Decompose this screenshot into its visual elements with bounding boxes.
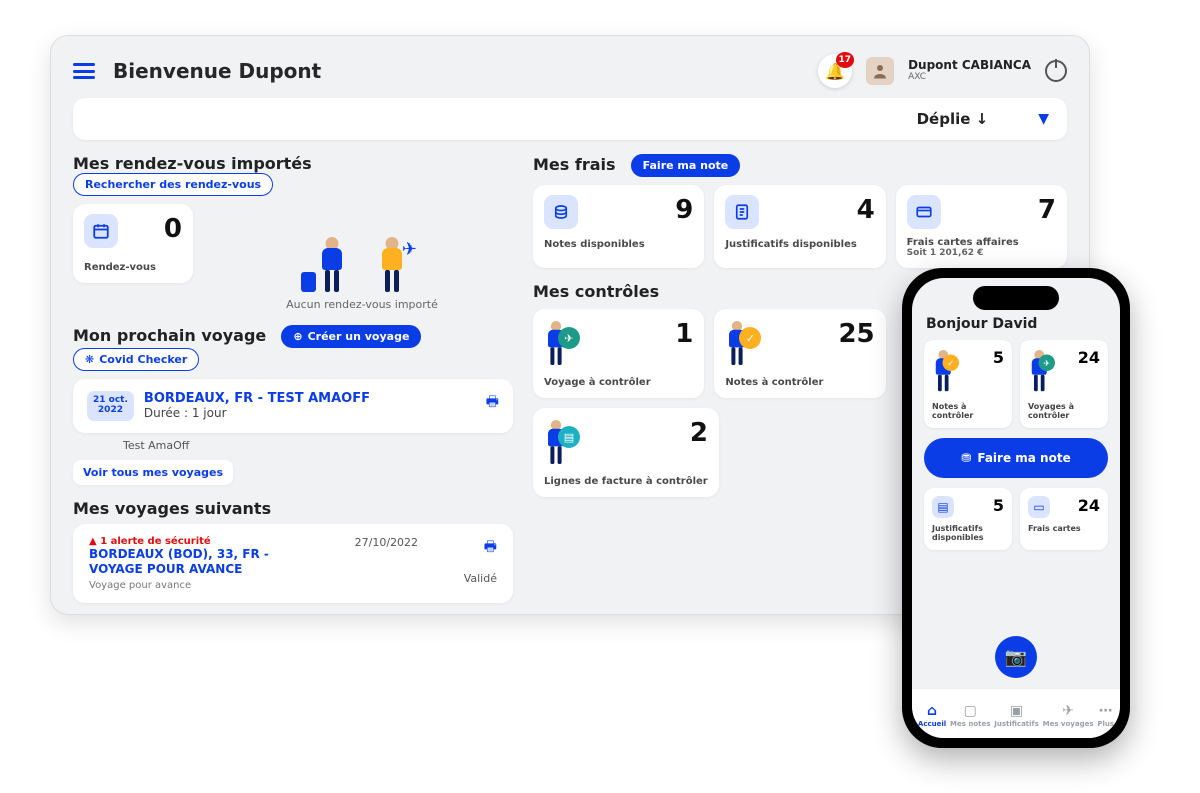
rdv-card[interactable]: 0 Rendez-vous xyxy=(73,204,193,283)
camera-icon: 📷 xyxy=(1005,647,1027,668)
mobile-card-frais[interactable]: ▭ 24 Frais cartes xyxy=(1020,488,1108,550)
top-bar: Bienvenue Dupont 🔔 17 Dupont CABIANCA AX… xyxy=(73,54,1067,88)
frais-card-notes[interactable]: 9 Notes disponibles xyxy=(533,185,704,268)
page-title: Bienvenue Dupont xyxy=(113,59,321,83)
mobile-card-trips-control[interactable]: ✈ 24 Voyages à contrôler xyxy=(1020,340,1108,428)
plane-icon: ✈ xyxy=(1062,703,1074,719)
menu-icon[interactable] xyxy=(73,63,95,79)
mobile-greeting: Bonjour David xyxy=(926,316,1108,332)
illustration-travellers: ✈ xyxy=(211,204,513,292)
mobile-card-notes-control[interactable]: ✓ 5 Notes à contrôler xyxy=(924,340,1012,428)
section-title-following: Mes voyages suivants xyxy=(73,499,503,518)
section-title-rdv: Mes rendez-vous importés xyxy=(73,154,312,173)
card-icon: ▭ xyxy=(1028,496,1050,518)
control-card-trips[interactable]: ✈ 1 Voyage à contrôler xyxy=(533,309,704,398)
receipt-icon: ▤ xyxy=(932,496,954,518)
plane-icon: ✈ xyxy=(558,327,580,349)
more-icon: ⋯ xyxy=(1099,703,1113,719)
notif-badge: 17 xyxy=(836,52,855,68)
mobile-make-note-button[interactable]: ⛃ Faire ma note xyxy=(924,438,1108,478)
frais-card-justif[interactable]: 4 Justificatifs disponibles xyxy=(714,185,885,268)
search-rdv-button[interactable]: Rechercher des rendez-vous xyxy=(73,173,273,196)
tab-justif[interactable]: ▣Justificatifs xyxy=(994,703,1039,728)
make-note-button[interactable]: Faire ma note xyxy=(631,154,741,177)
expand-bar[interactable]: Déplie ↓ ▼ xyxy=(73,98,1067,140)
all-trips-button[interactable]: Voir tous mes voyages xyxy=(73,460,233,485)
receipt-icon: ▣ xyxy=(1010,703,1023,719)
note-icon: ▢ xyxy=(964,703,977,719)
camera-button[interactable]: 📷 xyxy=(995,636,1037,678)
chevron-down-icon: ▼ xyxy=(1038,111,1049,127)
notifications-button[interactable]: 🔔 17 xyxy=(818,54,852,88)
card-icon xyxy=(907,195,941,229)
trip-date-badge: 21 oct.2022 xyxy=(87,391,134,421)
print-icon[interactable]: 🖶 xyxy=(484,536,497,560)
tab-accueil[interactable]: ⌂Accueil xyxy=(918,703,946,728)
control-card-invoice[interactable]: ▤ 2 Lignes de facture à contrôler xyxy=(533,408,719,497)
doc-icon: ▤ xyxy=(558,426,580,448)
coins-icon: ⛃ xyxy=(961,451,971,465)
section-title-frais: Mes frais xyxy=(533,155,616,174)
covid-checker-button[interactable]: ❋Covid Checker xyxy=(73,348,199,371)
frais-card-cards[interactable]: 7 Frais cartes affaires Soit 1 201,62 € xyxy=(896,185,1067,268)
mobile-app-frame: Bonjour David ✓ 5 Notes à contrôler ✈ 24… xyxy=(902,268,1130,748)
check-icon: ✓ xyxy=(943,355,960,372)
phone-notch xyxy=(973,286,1059,310)
receipt-icon xyxy=(725,195,759,229)
mobile-card-justif[interactable]: ▤ 5 Justificatifs disponibles xyxy=(924,488,1012,550)
security-alert: ▲ 1 alerte de sécurité xyxy=(89,536,309,547)
section-title-next-trip: Mon prochain voyage xyxy=(73,326,266,345)
plus-icon: ⊕ xyxy=(293,330,302,343)
plane-icon: ✈ xyxy=(1039,355,1056,372)
check-icon: ✓ xyxy=(739,327,761,349)
virus-icon: ❋ xyxy=(85,353,94,366)
following-trip-card[interactable]: ▲ 1 alerte de sécurité BORDEAUX (BOD), 3… xyxy=(73,524,513,603)
create-trip-button[interactable]: ⊕Créer un voyage xyxy=(281,325,421,348)
avatar[interactable] xyxy=(866,57,894,85)
logout-button[interactable] xyxy=(1045,60,1067,82)
tab-plus[interactable]: ⋯Plus xyxy=(1097,703,1114,728)
print-icon[interactable]: 🖶 xyxy=(486,391,499,415)
mobile-tab-bar: ⌂Accueil ▢Mes notes ▣Justificatifs ✈Mes … xyxy=(912,688,1120,738)
tab-voyages[interactable]: ✈Mes voyages xyxy=(1043,703,1094,728)
calendar-icon xyxy=(84,214,118,248)
home-icon: ⌂ xyxy=(927,703,937,719)
next-trip-card[interactable]: 21 oct.2022 BORDEAUX, FR - TEST AMAOFF D… xyxy=(73,379,513,433)
control-card-notes[interactable]: ✓ 25 Notes à contrôler xyxy=(714,309,885,398)
user-block[interactable]: Dupont CABIANCA AXC xyxy=(908,59,1031,82)
coins-icon xyxy=(544,195,578,229)
tab-notes[interactable]: ▢Mes notes xyxy=(950,703,990,728)
warning-icon: ▲ xyxy=(89,536,97,547)
